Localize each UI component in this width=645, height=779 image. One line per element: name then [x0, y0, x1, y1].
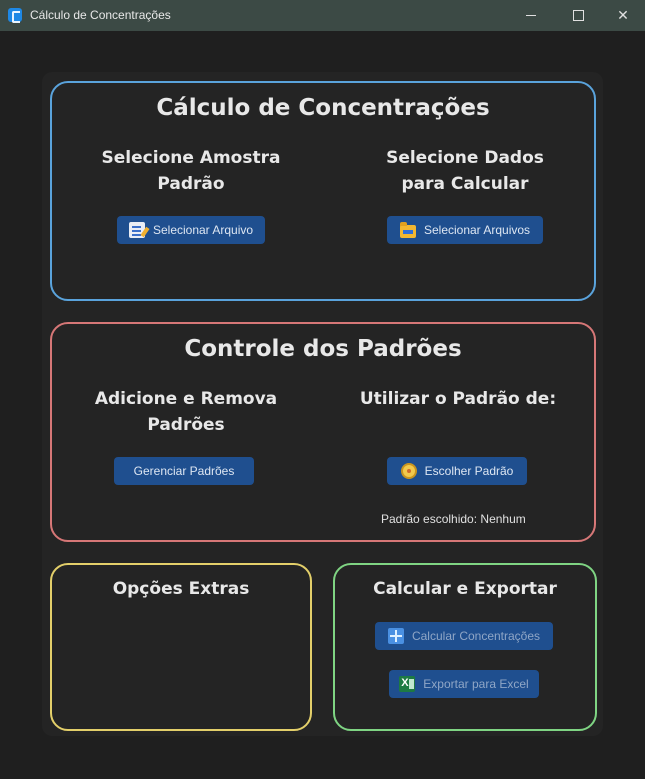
manage-standards-button[interactable]: Gerenciar Padrões	[114, 457, 254, 485]
select-standard-heading-line1: Selecione Amostra	[101, 148, 281, 168]
choose-standard-button[interactable]: Escolher Padrão	[387, 457, 527, 485]
export-excel-label: Exportar para Excel	[423, 677, 529, 691]
control-section-title: Controle dos Padrões	[184, 336, 462, 362]
calc-section: Cálculo de Concentrações Selecione Amost…	[50, 81, 596, 301]
select-data-heading: Selecione Dados para Calcular	[350, 145, 580, 197]
calculator-icon	[387, 628, 404, 644]
manage-standards-heading: Adicione e Remova Padrões	[66, 386, 306, 438]
close-icon: ✕	[617, 7, 629, 23]
folder-icon	[399, 221, 416, 238]
manage-standards-heading-line1: Adicione e Remova	[94, 389, 278, 409]
excel-icon	[399, 676, 416, 692]
select-files-label: Selecionar Arquivos	[423, 223, 531, 237]
export-section-title: Calcular e Exportar	[373, 579, 557, 599]
select-data-heading-line1: Selecione Dados	[386, 148, 544, 168]
extras-section-title: Opções Extras	[112, 579, 250, 599]
calc-section-title: Cálculo de Concentrações	[156, 95, 490, 121]
use-standard-heading: Utilizar o Padrão de:	[359, 389, 557, 409]
export-excel-button[interactable]: Exportar para Excel	[389, 670, 539, 698]
notepad-icon	[128, 222, 145, 238]
title-bar: Cálculo de Concentrações ✕	[0, 0, 645, 31]
app-icon	[8, 8, 22, 23]
export-section: Calcular e Exportar Calcular Concentraçõ…	[333, 563, 597, 731]
maximize-button[interactable]	[555, 0, 601, 31]
select-file-label: Selecionar Arquivo	[152, 223, 254, 237]
manage-standards-heading-line2: Padrões	[147, 415, 225, 435]
maximize-icon	[572, 10, 584, 21]
extras-section: Opções Extras	[50, 563, 312, 731]
minimize-button[interactable]	[508, 0, 554, 31]
choose-standard-label: Escolher Padrão	[424, 464, 514, 478]
control-section: Controle dos Padrões Adicione e Remova P…	[50, 322, 596, 542]
minimize-icon	[526, 15, 536, 16]
window-title: Cálculo de Concentrações	[30, 8, 171, 22]
chosen-standard-status: Padrão escolhido: Nenhum	[381, 512, 526, 526]
select-data-heading-line2: para Calcular	[401, 174, 529, 194]
close-button[interactable]: ✕	[600, 0, 645, 31]
calculate-concentrations-label: Calcular Concentrações	[411, 629, 541, 643]
select-standard-heading-line2: Padrão	[157, 174, 225, 194]
select-standard-heading: Selecione Amostra Padrão	[66, 145, 316, 197]
select-files-button[interactable]: Selecionar Arquivos	[387, 216, 543, 244]
manage-standards-label: Gerenciar Padrões	[133, 464, 235, 478]
medal-icon	[400, 463, 417, 479]
calculate-concentrations-button[interactable]: Calcular Concentrações	[375, 622, 553, 650]
select-file-button[interactable]: Selecionar Arquivo	[117, 216, 265, 244]
